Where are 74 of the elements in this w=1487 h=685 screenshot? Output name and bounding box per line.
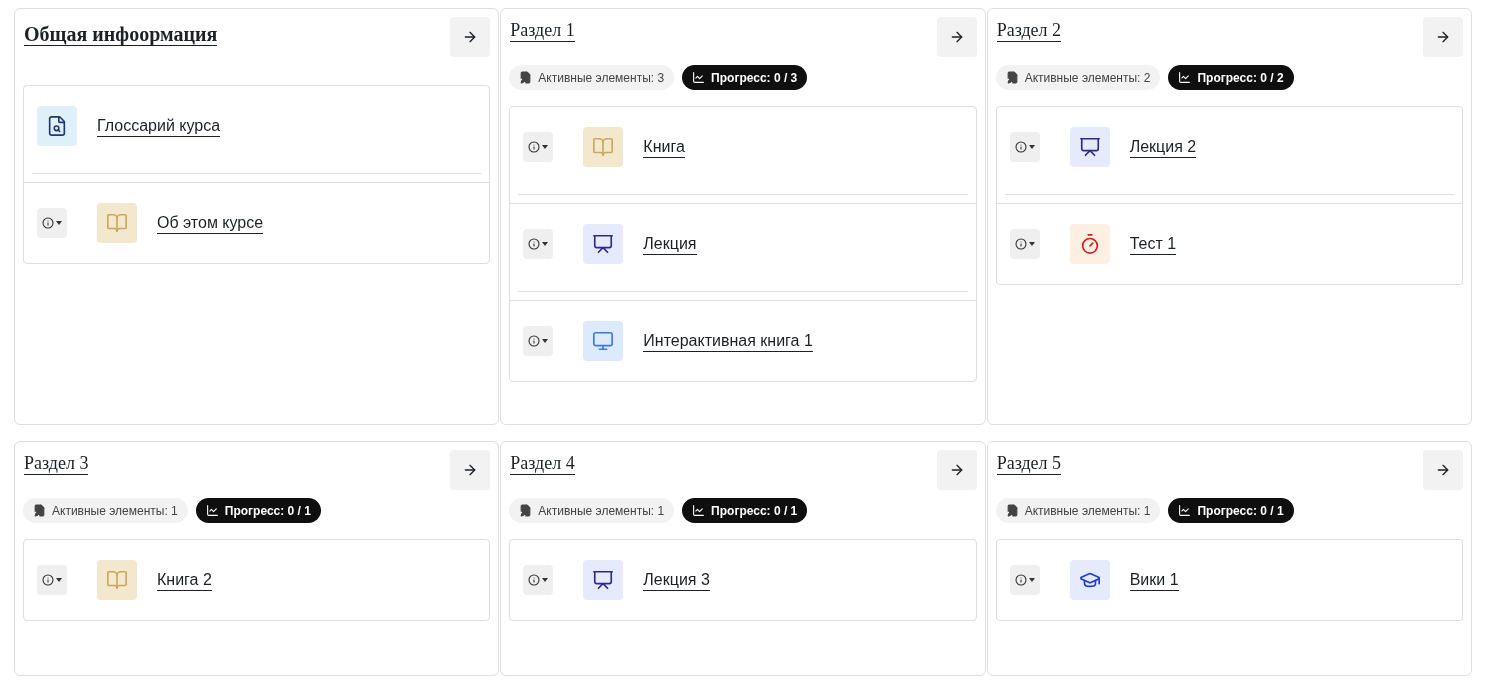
- info-icon: [528, 574, 541, 586]
- arrow-right-button[interactable]: [450, 450, 491, 490]
- line-chart-icon: [692, 71, 706, 84]
- info-dropdown-button[interactable]: [523, 132, 554, 162]
- line-chart-icon: [1178, 504, 1192, 517]
- active-elements-text: Активные элементы: 2: [1024, 69, 1151, 87]
- section-title[interactable]: Раздел 3: [24, 452, 89, 475]
- caret-icon: [1028, 578, 1035, 582]
- active-elements-text: Активные элементы: 3: [538, 69, 665, 87]
- section-title[interactable]: Раздел 4: [510, 452, 575, 475]
- progress-text: Прогресс: 0 / 3: [711, 69, 798, 87]
- caret-icon: [542, 339, 549, 343]
- activity-link[interactable]: Интерактивная книга 1: [643, 330, 813, 352]
- projector-screen-icon: [592, 569, 615, 591]
- line-chart-icon: [1178, 71, 1192, 84]
- info-icon: [42, 217, 54, 229]
- document-search-icon: [46, 115, 68, 137]
- activity-link[interactable]: Лекция: [643, 233, 697, 255]
- monitor-icon: [592, 330, 615, 352]
- activity-link[interactable]: Тест 1: [1129, 233, 1177, 255]
- progress-text: Прогресс: 0 / 1: [224, 502, 311, 520]
- projector-screen-icon: [1078, 136, 1101, 158]
- caret-icon: [542, 578, 549, 582]
- line-chart-icon: [692, 504, 706, 517]
- book-icon: [106, 212, 128, 234]
- caret-icon: [542, 145, 549, 149]
- section-title[interactable]: Общая инфоормация: [24, 23, 218, 46]
- arrow-right-button[interactable]: [1423, 17, 1463, 57]
- active-elements-text: Активные элементы: 1: [52, 502, 178, 520]
- progress-text: Прогресс: 0 / 1: [1197, 502, 1284, 520]
- activity-link[interactable]: Вики 1: [1129, 569, 1179, 591]
- caret-icon: [542, 242, 549, 246]
- caret-icon: [1028, 145, 1035, 149]
- info-dropdown-button[interactable]: [523, 326, 554, 356]
- caret-icon: [56, 578, 62, 582]
- line-chart-icon: [205, 504, 219, 517]
- info-icon: [528, 238, 541, 250]
- arrow-right-icon: [1435, 29, 1451, 45]
- progress-text: Прогресс: 0 / 1: [711, 502, 798, 520]
- caret-icon: [1028, 242, 1035, 246]
- info-icon: [1014, 574, 1027, 586]
- projector-screen-icon: [592, 233, 615, 255]
- section-title[interactable]: Раздел 5: [996, 452, 1062, 475]
- info-dropdown-button[interactable]: [37, 208, 67, 238]
- activity-link[interactable]: Книга: [643, 136, 685, 158]
- book-icon: [106, 569, 128, 591]
- arrow-right-button[interactable]: [1423, 450, 1463, 490]
- activity-link[interactable]: Об этом курсе: [157, 212, 264, 234]
- info-dropdown-button[interactable]: [523, 565, 554, 595]
- info-dropdown-button[interactable]: [1009, 229, 1040, 259]
- info-icon: [1014, 141, 1027, 153]
- info-icon: [1014, 238, 1027, 250]
- progress-text: Прогресс: 0 / 2: [1197, 69, 1284, 87]
- section-title[interactable]: Раздел 2: [996, 19, 1062, 42]
- arrow-right-button[interactable]: [936, 17, 977, 57]
- book-icon: [592, 136, 615, 158]
- arrow-right-button[interactable]: [450, 17, 491, 57]
- activity-link[interactable]: Лекция 3: [643, 569, 710, 591]
- active-elements-text: Активные элементы: 1: [1024, 502, 1151, 520]
- info-dropdown-button[interactable]: [523, 229, 554, 259]
- info-dropdown-button[interactable]: [1009, 132, 1040, 162]
- activity-link[interactable]: Лекция 2: [1129, 136, 1197, 158]
- arrow-right-icon: [1435, 462, 1451, 478]
- info-icon: [528, 141, 541, 153]
- info-dropdown-button[interactable]: [37, 565, 67, 595]
- caret-icon: [56, 221, 62, 225]
- section-title[interactable]: Раздел 1: [510, 19, 575, 42]
- activity-link[interactable]: Глоссарий курса: [97, 115, 221, 137]
- arrow-right-button[interactable]: [936, 450, 977, 490]
- info-icon: [528, 335, 541, 347]
- active-elements-text: Активные элементы: 1: [538, 502, 665, 520]
- info-icon: [42, 574, 54, 586]
- info-dropdown-button[interactable]: [1009, 565, 1040, 595]
- activity-link[interactable]: Книга 2: [157, 569, 212, 591]
